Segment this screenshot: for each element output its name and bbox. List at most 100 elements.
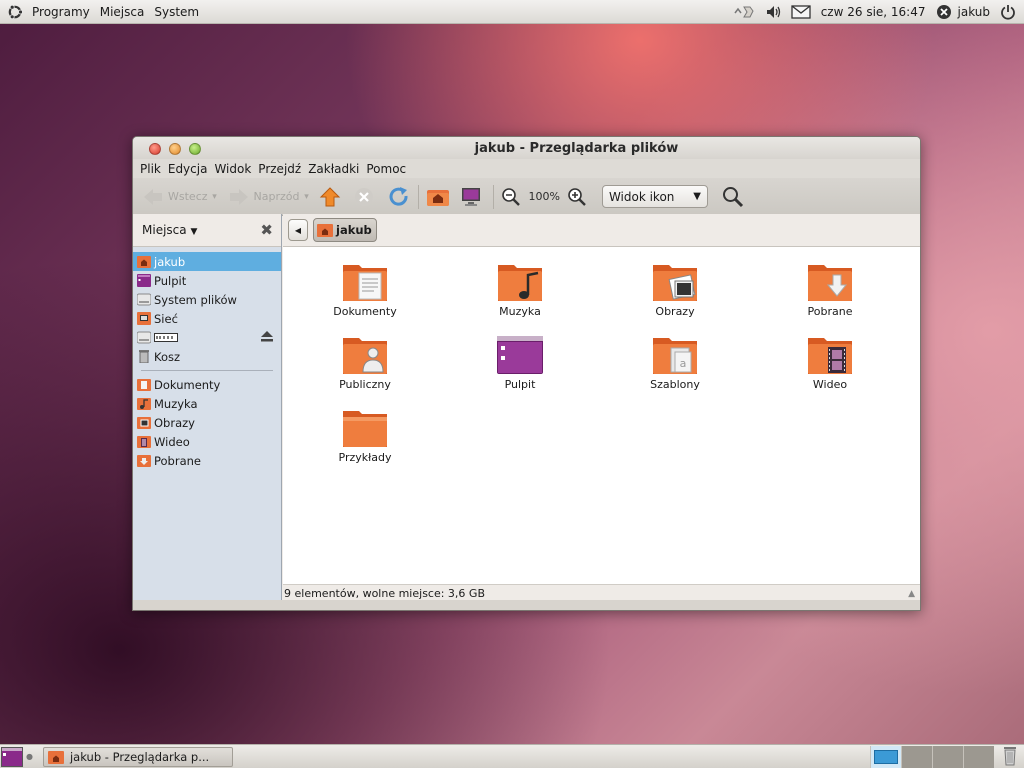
sidebar-item-filesystem[interactable]: System plików bbox=[133, 290, 281, 309]
sidebar-item-label: Kosz bbox=[154, 349, 181, 364]
eject-icon[interactable] bbox=[260, 330, 274, 346]
back-button[interactable]: Wstecz bbox=[139, 182, 211, 212]
power-icon[interactable] bbox=[996, 0, 1020, 24]
reload-button[interactable] bbox=[384, 182, 414, 212]
file-label: Pobrane bbox=[807, 305, 853, 318]
menu-bookmarks[interactable]: Zakładki bbox=[305, 162, 362, 176]
sidebar-divider bbox=[141, 370, 273, 371]
clock[interactable]: czw 26 sie, 16:47 bbox=[815, 5, 932, 19]
workspace-1[interactable] bbox=[870, 745, 901, 768]
close-sidebar-icon[interactable]: ✖ bbox=[260, 221, 273, 239]
file-item-muzyka[interactable]: Muzyka bbox=[460, 261, 580, 318]
network-icon bbox=[137, 312, 151, 325]
pictures-folder-icon bbox=[653, 265, 697, 301]
drive-label-icon bbox=[154, 333, 178, 342]
file-view[interactable]: Dokumenty Muzyka Obrazy Pobrane Publiczn… bbox=[283, 247, 920, 584]
reload-icon bbox=[390, 186, 408, 206]
window-bottom-border bbox=[133, 600, 920, 610]
sidebar-item-label: System plików bbox=[154, 292, 237, 307]
sidebar-mode-label: Miejsca bbox=[142, 223, 187, 237]
forward-history-dropdown[interactable]: ▾ bbox=[302, 192, 310, 202]
menu-places[interactable]: Miejsca bbox=[96, 5, 149, 19]
show-desktop-icon[interactable] bbox=[1, 746, 23, 767]
back-label: Wstecz bbox=[168, 190, 208, 203]
workspace-4[interactable] bbox=[963, 745, 994, 768]
menu-help[interactable]: Pomoc bbox=[363, 162, 409, 176]
sidebar-item-downloads[interactable]: Pobrane bbox=[133, 451, 281, 470]
menu-file[interactable]: Plik bbox=[137, 162, 164, 176]
home-button[interactable] bbox=[423, 182, 453, 212]
trash-applet-icon[interactable] bbox=[1000, 746, 1020, 768]
sidebar-mode-select[interactable]: Miejsca ▼ bbox=[142, 223, 197, 237]
forward-arrow-icon bbox=[229, 188, 248, 205]
file-item-szablony[interactable]: a Szablony bbox=[615, 334, 735, 391]
sidebar-item-network[interactable]: Sieć bbox=[133, 309, 281, 328]
window-title: jakub - Przeglądarka plików bbox=[474, 140, 679, 156]
mail-icon[interactable] bbox=[787, 0, 815, 24]
home-folder-icon bbox=[317, 224, 333, 237]
file-item-pobrane[interactable]: Pobrane bbox=[770, 261, 890, 318]
computer-icon bbox=[462, 187, 481, 206]
sidebar-item-music[interactable]: Muzyka bbox=[133, 394, 281, 413]
menu-view[interactable]: Widok bbox=[211, 162, 254, 176]
breadcrumb-jakub[interactable]: jakub bbox=[313, 218, 377, 242]
menu-system[interactable]: System bbox=[150, 5, 203, 19]
zoom-in-icon bbox=[568, 187, 586, 206]
desktop-folder-icon bbox=[497, 336, 543, 374]
file-item-przyklady[interactable]: Przykłady bbox=[305, 407, 425, 464]
triangle-down-icon: ▼ bbox=[190, 227, 198, 237]
workspace-2[interactable] bbox=[901, 745, 932, 768]
resize-grip-icon[interactable]: ▲ bbox=[908, 589, 915, 599]
search-button[interactable] bbox=[718, 182, 748, 212]
home-folder-icon bbox=[137, 256, 151, 268]
file-item-pulpit[interactable]: Pulpit bbox=[460, 334, 580, 391]
back-history-dropdown[interactable]: ▾ bbox=[211, 192, 219, 202]
path-scroll-left-button[interactable]: ◀ bbox=[288, 219, 308, 241]
volume-icon[interactable] bbox=[761, 0, 787, 24]
panel-separator-icon: ● bbox=[26, 752, 33, 761]
music-folder-icon bbox=[137, 398, 151, 410]
file-item-publiczny[interactable]: Publiczny bbox=[305, 334, 425, 391]
sidebar-item-documents[interactable]: Dokumenty bbox=[133, 375, 281, 394]
sidebar-item-jakub[interactable]: jakub bbox=[133, 252, 281, 271]
ubuntu-logo-icon[interactable] bbox=[4, 0, 26, 24]
sidebar-item-label: Sieć bbox=[154, 311, 178, 326]
zoom-in-button[interactable] bbox=[564, 182, 590, 212]
file-label: Obrazy bbox=[655, 305, 695, 318]
taskbar-item-file-browser[interactable]: jakub - Przeglądarka p... bbox=[42, 746, 233, 767]
user-status-icon[interactable] bbox=[932, 0, 956, 24]
documents-folder-icon bbox=[343, 265, 387, 301]
view-mode-value: Widok ikon bbox=[608, 189, 675, 204]
taskbar-item-label: jakub - Przeglądarka p... bbox=[69, 749, 210, 764]
view-mode-select[interactable]: Widok ikon ▼ bbox=[601, 185, 708, 208]
file-item-wideo[interactable]: Wideo bbox=[770, 334, 890, 391]
file-label: Pulpit bbox=[504, 378, 536, 391]
downloads-folder-icon bbox=[808, 265, 852, 301]
titlebar[interactable]: jakub - Przeglądarka plików bbox=[133, 137, 920, 159]
update-notifier-icon[interactable] bbox=[729, 0, 761, 24]
sidebar-item-pictures[interactable]: Obrazy bbox=[133, 413, 281, 432]
user-name[interactable]: jakub bbox=[956, 5, 997, 19]
menu-go[interactable]: Przejdź bbox=[255, 162, 304, 176]
forward-button[interactable]: Naprzód bbox=[225, 182, 303, 212]
menu-edit[interactable]: Edycja bbox=[165, 162, 211, 176]
path-bar: ◀ jakub bbox=[283, 214, 920, 247]
sidebar-item-pulpit[interactable]: Pulpit bbox=[133, 271, 281, 290]
menu-applications[interactable]: Programy bbox=[28, 5, 94, 19]
chevron-down-icon: ▼ bbox=[693, 191, 701, 202]
file-label: Szablony bbox=[650, 378, 700, 391]
sidebar-item-trash[interactable]: Kosz bbox=[133, 347, 281, 366]
zoom-out-button[interactable] bbox=[498, 182, 524, 212]
up-button[interactable] bbox=[316, 182, 344, 212]
file-item-dokumenty[interactable]: Dokumenty bbox=[305, 261, 425, 318]
stop-button[interactable] bbox=[350, 182, 378, 212]
file-label: Przykłady bbox=[338, 451, 392, 464]
file-browser-window: jakub - Przeglądarka plików Plik Edycja … bbox=[132, 136, 921, 611]
sidebar-item-video[interactable]: Wideo bbox=[133, 432, 281, 451]
workspace-3[interactable] bbox=[932, 745, 963, 768]
file-item-obrazy[interactable]: Obrazy bbox=[615, 261, 735, 318]
computer-button[interactable] bbox=[457, 182, 485, 212]
sidebar-item-label: Pulpit bbox=[154, 273, 187, 288]
workspace-switcher bbox=[870, 745, 1020, 768]
sidebar-item-floppy[interactable] bbox=[133, 328, 281, 347]
